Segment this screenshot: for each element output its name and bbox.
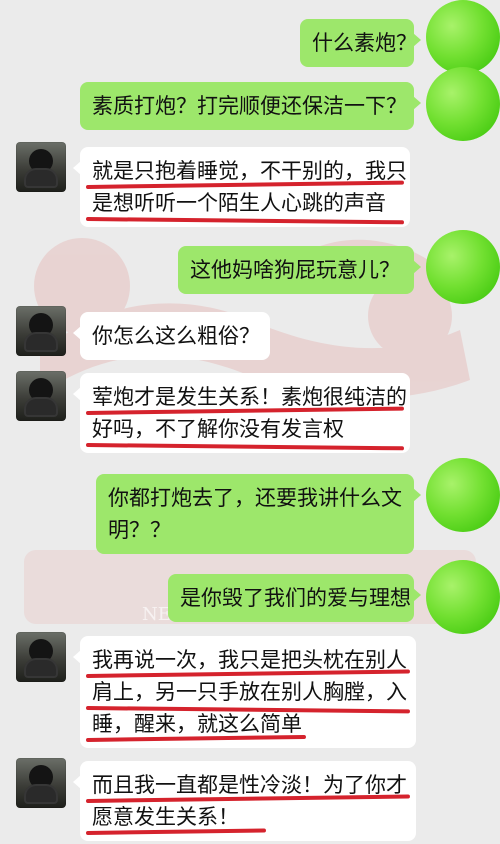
message-text: 而且我一直都是性冷淡！为了你才 [92,773,407,797]
message-bubble: 什么素炮？ [300,19,421,67]
message-text: 好吗，不了解你没有发言权 [92,417,344,441]
message-text: 就是只抱着睡觉，不干别的，我只 [92,159,407,183]
message-text: 荤炮才是发生关系！素炮很纯洁的 [92,385,407,409]
message-line: 明？？ [108,518,171,542]
message-line: 什么素炮？ [312,31,417,55]
contact-avatar[interactable] [16,306,66,356]
contact-avatar[interactable] [16,371,66,421]
message-line: 愿意发生关系！ [85,801,404,835]
message-text: 睡，醒来，就这么简单 [92,712,302,736]
chat-screen: NEW YOUTH SALON 什么素炮？ 素质打炮？打完顺便还保洁一下？ 就是… [0,0,500,844]
sender-avatar[interactable] [426,0,500,74]
sender-avatar[interactable] [426,230,500,304]
message-text: 肩上，另一只手放在别人胸膛，入 [92,680,407,704]
sender-avatar[interactable] [426,458,500,532]
message-text: 我再说一次，我只是把头枕在别人 [92,648,407,672]
red-underline [85,443,405,451]
sender-avatar[interactable] [426,67,500,141]
message-line: 睡，醒来，就这么简单 [85,708,404,742]
message-bubble: 荤炮才是发生关系！素炮很纯洁的 好吗，不了解你没有发言权 [73,373,410,453]
message-bubble: 你怎么这么粗俗？ [73,312,270,360]
message-line: 我再说一次，我只是把头枕在别人 [85,644,410,678]
contact-avatar[interactable] [16,632,66,682]
message-bubble: 就是只抱着睡觉，不干别的，我只 是想听听一个陌生人心跳的声音 [73,147,410,227]
message-line: 就是只抱着睡觉，不干别的，我只 [85,155,407,189]
message-line: 这他妈啥狗屁玩意儿？ [190,258,400,282]
message-line: 素质打炮？打完顺便还保洁一下？ [92,94,407,118]
message-line: 肩上，另一只手放在别人胸膛，入 [85,676,411,714]
message-bubble: 这他妈啥狗屁玩意儿？ [178,246,421,294]
message-text: 愿意发生关系！ [92,805,239,829]
message-line: 是你毁了我们的爱与理想 [180,586,411,610]
message-text: 是想听听一个陌生人心跳的声音 [92,191,386,215]
contact-avatar[interactable] [16,758,66,808]
message-bubble: 是你毁了我们的爱与理想 [168,574,421,622]
message-bubble: 而且我一直都是性冷淡！为了你才 愿意发生关系！ [73,761,416,841]
message-bubble: 我再说一次，我只是把头枕在别人 肩上，另一只手放在别人胸膛，入 睡，醒来，就这么… [73,636,416,748]
message-bubble: 素质打炮？打完顺便还保洁一下？ [80,82,421,130]
contact-avatar[interactable] [16,142,66,192]
message-line: 荤炮才是发生关系！素炮很纯洁的 [85,381,407,415]
red-underline [85,828,267,835]
message-line: 你都打炮去了，还要我讲什么文 [108,486,402,510]
red-underline [85,217,405,225]
message-line: 而且我一直都是性冷淡！为了你才 [85,769,410,803]
message-line: 你怎么这么粗俗？ [92,324,260,348]
message-line: 好吗，不了解你没有发言权 [85,413,405,451]
message-bubble: 你都打炮去了，还要我讲什么文 明？？ [96,474,421,554]
sender-avatar[interactable] [426,560,500,634]
message-line: 是想听听一个陌生人心跳的声音 [85,187,405,225]
